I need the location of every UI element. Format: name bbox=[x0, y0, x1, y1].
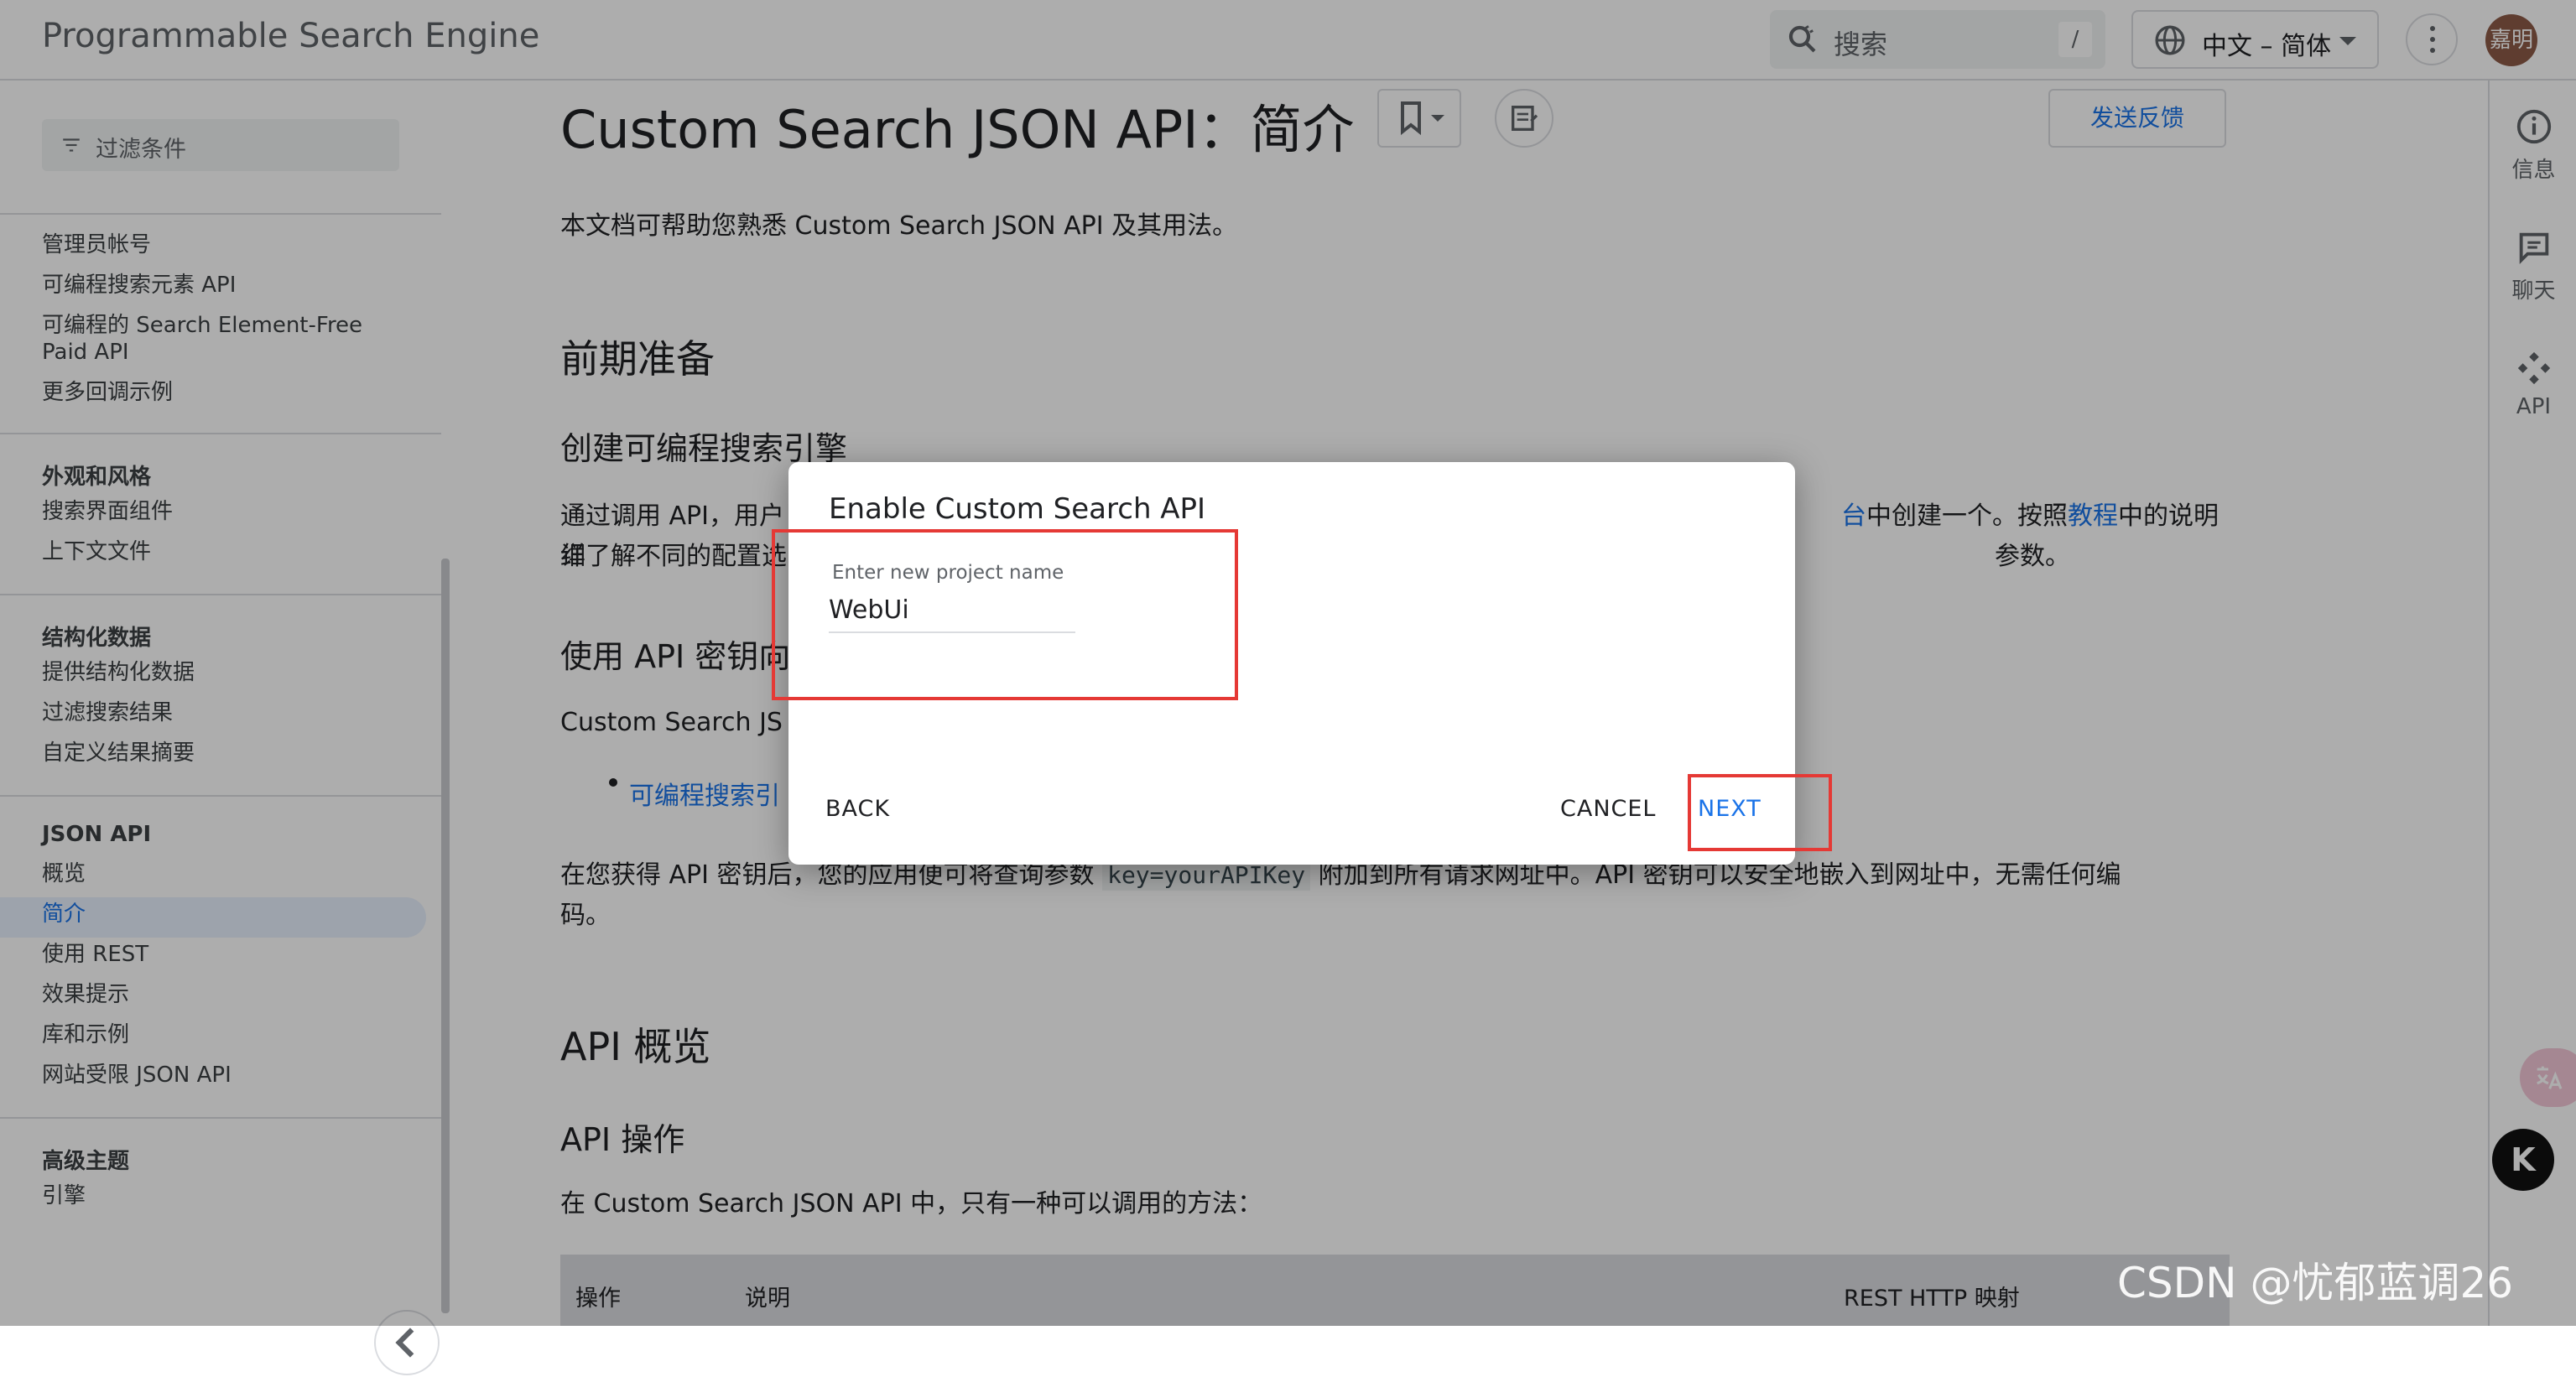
dialog-title: Enable Custom Search API bbox=[829, 492, 1206, 526]
back-button[interactable]: BACK bbox=[825, 796, 890, 822]
cancel-button[interactable]: CANCEL bbox=[1560, 796, 1656, 822]
watermark-text: CSDN @忧郁蓝调26 bbox=[2117, 1259, 2514, 1307]
highlight-box-project-name bbox=[772, 529, 1238, 700]
highlight-box-next bbox=[1688, 774, 1832, 851]
